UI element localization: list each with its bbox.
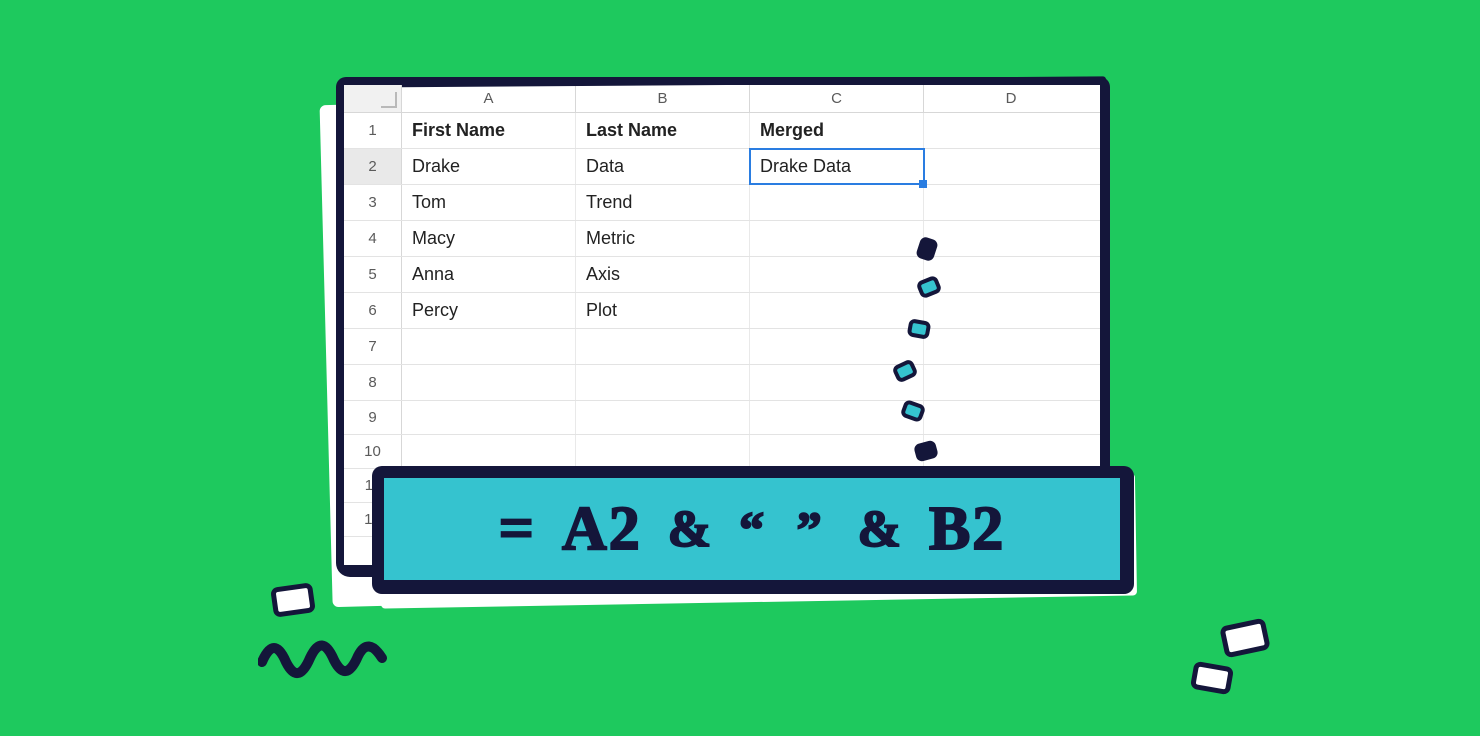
cell-c5[interactable] (750, 257, 924, 292)
row-header[interactable]: 5 (344, 257, 402, 292)
row-header[interactable]: 2 (344, 149, 402, 184)
row-header[interactable]: 8 (344, 365, 402, 400)
select-all-corner[interactable] (344, 85, 402, 112)
cell-a1[interactable]: First Name (402, 113, 576, 148)
formula-text: = A2 & “ ” & B2 (384, 478, 1120, 580)
cell-b3[interactable]: Trend (576, 185, 750, 220)
cell-c10[interactable] (750, 435, 924, 468)
formula-ampersand: & (668, 500, 713, 559)
cell-a10[interactable] (402, 435, 576, 468)
decor-crumb-icon (1219, 618, 1271, 659)
cell-d10[interactable] (924, 435, 1098, 468)
cell-b5[interactable]: Axis (576, 257, 750, 292)
cell-d9[interactable] (924, 401, 1098, 434)
cell-b9[interactable] (576, 401, 750, 434)
table-row: 10 (344, 435, 1100, 469)
cell-c6[interactable] (750, 293, 924, 328)
formula-ref-b2: B2 (929, 494, 1005, 565)
table-row: 6 Percy Plot (344, 293, 1100, 329)
cell-a3[interactable]: Tom (402, 185, 576, 220)
table-row: 2 Drake Data Drake Data (344, 149, 1100, 185)
cell-c3[interactable] (750, 185, 924, 220)
cell-b8[interactable] (576, 365, 750, 400)
cell-c2[interactable]: Drake Data (750, 149, 924, 184)
cell-d4[interactable] (924, 221, 1098, 256)
decor-crumb-icon (270, 582, 316, 618)
table-row: 8 (344, 365, 1100, 401)
cell-a2[interactable]: Drake (402, 149, 576, 184)
formula-ref-a2: A2 (562, 494, 642, 565)
cell-c1[interactable]: Merged (750, 113, 924, 148)
table-row: 7 (344, 329, 1100, 365)
row-header[interactable]: 7 (344, 329, 402, 364)
cell-d6[interactable] (924, 293, 1098, 328)
cell-c7[interactable] (750, 329, 924, 364)
cell-d8[interactable] (924, 365, 1098, 400)
table-row: 3 Tom Trend (344, 185, 1100, 221)
row-header[interactable]: 10 (344, 435, 402, 468)
cell-a4[interactable]: Macy (402, 221, 576, 256)
drag-trail-icon (907, 318, 932, 340)
formula-equals: = (499, 494, 536, 565)
row-header[interactable]: 6 (344, 293, 402, 328)
column-header-a[interactable]: A (402, 85, 576, 112)
cell-b4[interactable]: Metric (576, 221, 750, 256)
cell-a8[interactable] (402, 365, 576, 400)
cell-d2[interactable] (924, 149, 1098, 184)
banner-frame: = A2 & “ ” & B2 (372, 466, 1134, 594)
cell-a5[interactable]: Anna (402, 257, 576, 292)
decor-squiggle-icon (258, 628, 388, 688)
row-header[interactable]: 9 (344, 401, 402, 434)
table-row: 4 Macy Metric (344, 221, 1100, 257)
table-row: 5 Anna Axis (344, 257, 1100, 293)
table-row: 1 First Name Last Name Merged (344, 113, 1100, 149)
cell-b2[interactable]: Data (576, 149, 750, 184)
row-header[interactable]: 1 (344, 113, 402, 148)
cell-a6[interactable]: Percy (402, 293, 576, 328)
cell-d5[interactable] (924, 257, 1098, 292)
cell-b10[interactable] (576, 435, 750, 468)
column-header-c[interactable]: C (750, 85, 924, 112)
cell-b6[interactable]: Plot (576, 293, 750, 328)
column-header-b[interactable]: B (576, 85, 750, 112)
formula-banner: = A2 & “ ” & B2 (372, 466, 1134, 594)
formula-ampersand: & (858, 500, 903, 559)
row-header[interactable]: 3 (344, 185, 402, 220)
cell-a7[interactable] (402, 329, 576, 364)
cell-d7[interactable] (924, 329, 1098, 364)
cell-b7[interactable] (576, 329, 750, 364)
row-header[interactable]: 4 (344, 221, 402, 256)
cell-d3[interactable] (924, 185, 1098, 220)
cell-c4[interactable] (750, 221, 924, 256)
table-row: 9 (344, 401, 1100, 435)
cell-a9[interactable] (402, 401, 576, 434)
decor-crumb-icon (1190, 661, 1234, 696)
cell-b1[interactable]: Last Name (576, 113, 750, 148)
cell-d1[interactable] (924, 113, 1098, 148)
column-header-row: A B C D (344, 85, 1100, 113)
formula-quotes: “ ” (739, 500, 832, 558)
cell-c9[interactable] (750, 401, 924, 434)
column-header-d[interactable]: D (924, 85, 1098, 112)
